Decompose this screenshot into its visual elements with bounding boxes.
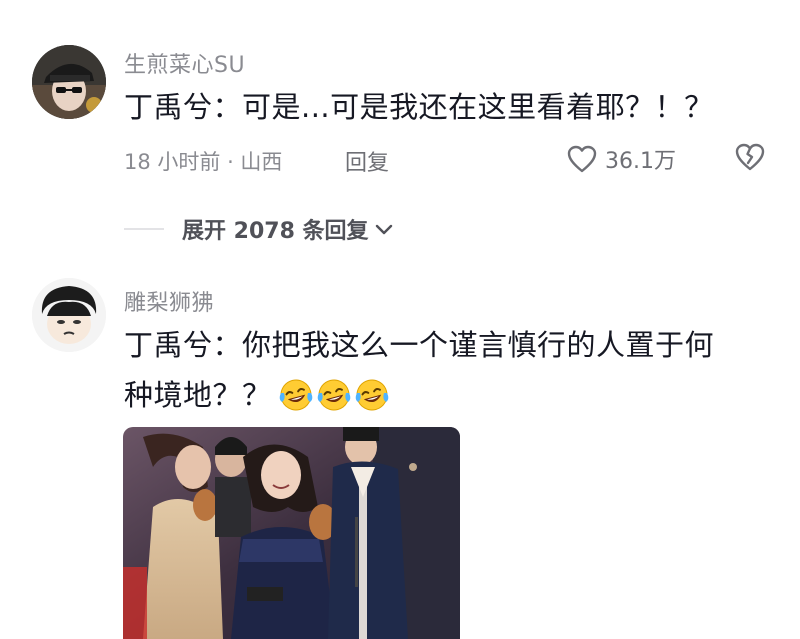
comment-photo[interactable] (123, 427, 460, 639)
like-button[interactable]: 36.1万 (567, 143, 676, 175)
divider (124, 228, 164, 230)
dislike-button[interactable] (735, 143, 765, 175)
emoji-row (278, 377, 392, 413)
avatar[interactable] (32, 45, 106, 119)
username[interactable]: 生煎菜心SU (124, 47, 245, 79)
comment-text-line2: 种境地？？ (124, 372, 392, 418)
laugh-cry-emoji (355, 379, 388, 411)
comment-text: 丁禹兮：可是...可是我还在这里看着耶？！？ (124, 90, 714, 124)
username[interactable]: 雕梨狮狒 (124, 285, 214, 317)
avatar-photo (32, 45, 106, 119)
like-count: 36.1万 (605, 149, 676, 174)
laugh-cry-emoji (317, 379, 350, 411)
laugh-cry-emoji (279, 379, 312, 411)
photo-image (123, 427, 460, 639)
chevron-down-icon (375, 224, 392, 235)
expand-replies-label: 展开 2078 条回复 (182, 219, 369, 244)
expand-replies-button[interactable]: 展开 2078 条回复 (124, 213, 395, 245)
avatar[interactable] (32, 278, 106, 352)
heart-icon (567, 145, 597, 173)
reply-button[interactable]: 回复 (345, 145, 389, 177)
comment-text: 丁禹兮：你把我这么一个谨言慎行的人置于何 (124, 328, 715, 362)
avatar-photo (32, 278, 106, 352)
broken-heart-icon (735, 143, 765, 171)
comment-text: 种境地？？ (124, 378, 272, 412)
comment-meta: 18 小时前 · 山西 (124, 150, 283, 174)
